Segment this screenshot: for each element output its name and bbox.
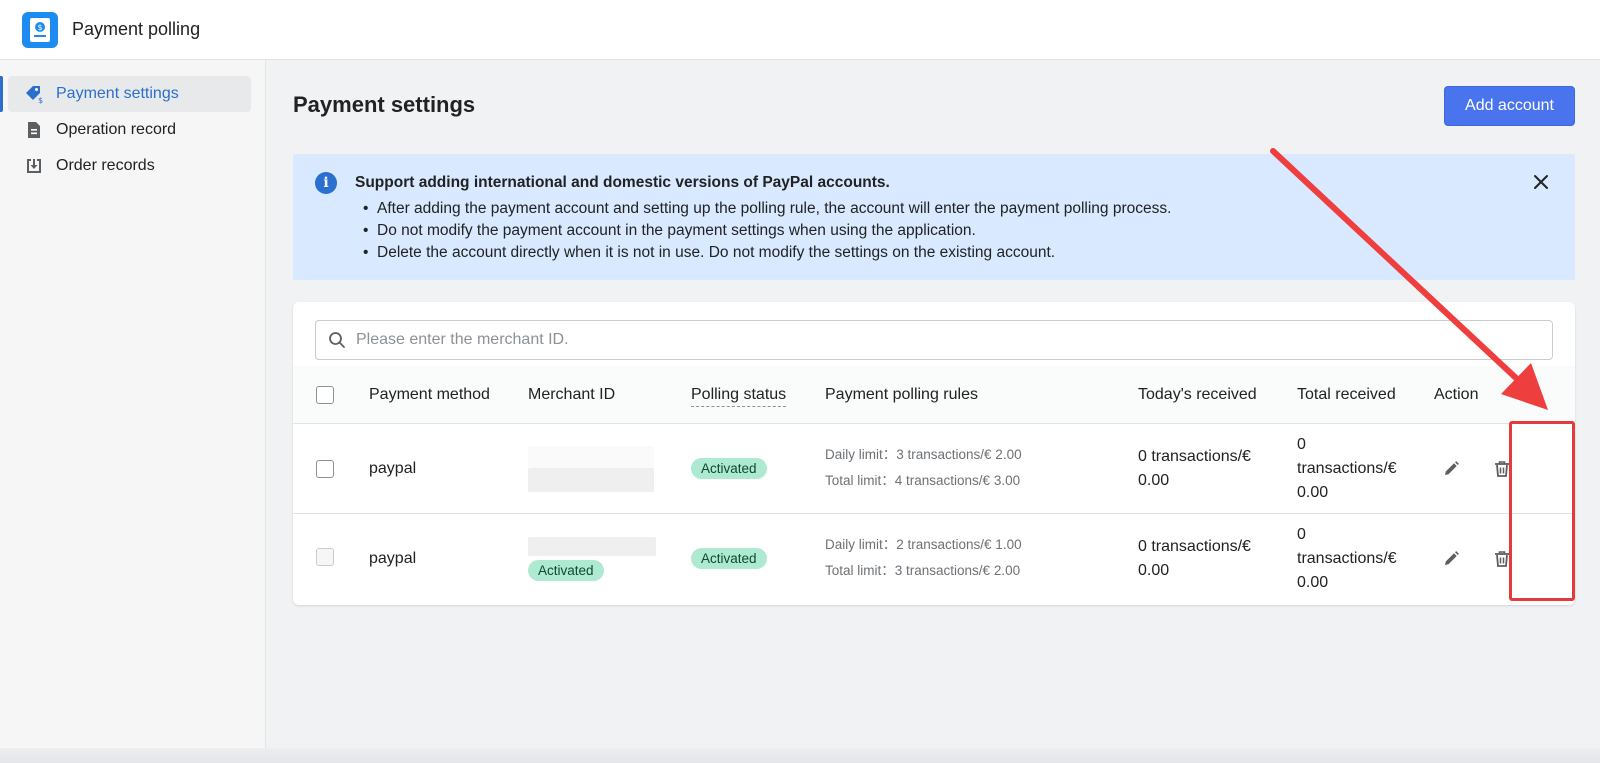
banner-bullet: After adding the payment account and set… — [355, 198, 1171, 220]
payment-method-cell: paypal — [369, 550, 417, 567]
header-total-received: Total received — [1297, 386, 1396, 403]
edit-pencil-icon[interactable] — [1441, 459, 1461, 479]
delete-trash-icon[interactable] — [1492, 549, 1512, 569]
todays-received-line: 0 transactions/€ — [1138, 538, 1251, 555]
merchant-id-cell: Activated — [528, 537, 656, 581]
page-title: Payment settings — [293, 92, 476, 117]
total-received-cell: 0 transactions/€ 0.00 — [1297, 523, 1397, 595]
total-received-line: 0 — [1297, 436, 1306, 453]
sidebar-item-label: Order records — [56, 157, 155, 174]
merchant-id-redacted — [528, 537, 656, 556]
info-icon: i — [315, 172, 337, 194]
bottom-edge — [0, 748, 1600, 763]
download-tray-icon — [27, 159, 41, 173]
table-row: paypal Activated Daily limit：3 transacti… — [293, 424, 1575, 514]
payment-app-logo-icon: $ — [22, 11, 58, 48]
edit-pencil-icon[interactable] — [1441, 549, 1461, 569]
sidebar: $ Payment settings Operation record Orde… — [0, 60, 266, 763]
table-header: Payment method Merchant ID Polling statu… — [293, 366, 1575, 424]
header-payment-polling-rules: Payment polling rules — [825, 386, 978, 403]
total-received-line: transactions/€ — [1297, 550, 1397, 567]
header-todays-received: Today's received — [1138, 386, 1257, 403]
header-action: Action — [1434, 386, 1479, 403]
payment-method-cell: paypal — [369, 460, 417, 477]
merchant-id-cell-redacted — [528, 446, 654, 492]
todays-received-cell: 0 transactions/€ 0.00 — [1138, 535, 1251, 583]
sidebar-item-payment-settings[interactable]: $ Payment settings — [0, 76, 251, 112]
total-received-cell: 0 transactions/€ 0.00 — [1297, 433, 1397, 505]
polling-rules-cell: Daily limit：3 transactions/€ 2.00 Total … — [825, 442, 1022, 494]
total-received-line: 0.00 — [1297, 574, 1329, 591]
status-badge: Activated — [691, 548, 767, 569]
app-title: Payment polling — [72, 19, 201, 39]
svg-text:$: $ — [37, 23, 42, 32]
sidebar-item-label: Operation record — [56, 121, 177, 138]
total-received-line: transactions/€ — [1297, 460, 1397, 477]
banner-title: Support adding international and domesti… — [355, 174, 890, 191]
search-input[interactable] — [356, 331, 1536, 349]
document-icon — [28, 122, 40, 138]
daily-limit-rule: Daily limit：2 transactions/€ 1.00 — [825, 537, 1022, 552]
todays-received-cell: 0 transactions/€ 0.00 — [1138, 445, 1251, 493]
header-polling-status[interactable]: Polling status — [691, 386, 787, 407]
polling-status-cell: Activated — [691, 458, 767, 479]
banner-bullet: Do not modify the payment account in the… — [355, 220, 1171, 242]
delete-trash-icon[interactable] — [1492, 459, 1512, 479]
merchant-status-badge: Activated — [528, 560, 604, 581]
row-checkbox[interactable] — [316, 548, 334, 566]
add-account-button[interactable]: Add account — [1444, 86, 1575, 126]
payment-tag-icon: $ — [26, 86, 43, 104]
close-icon[interactable] — [1531, 172, 1551, 192]
select-all-checkbox[interactable] — [316, 386, 334, 404]
todays-received-line: 0.00 — [1138, 472, 1170, 489]
row-checkbox[interactable] — [316, 460, 334, 478]
polling-status-cell: Activated — [691, 548, 767, 569]
accounts-table-card: Payment method Merchant ID Polling statu… — [293, 302, 1575, 605]
total-received-line: 0.00 — [1297, 484, 1329, 501]
total-received-line: 0 — [1297, 526, 1306, 543]
banner-bullet: Delete the account directly when it is n… — [355, 242, 1171, 264]
sidebar-item-label: Payment settings — [56, 85, 179, 102]
todays-received-line: 0 transactions/€ — [1138, 448, 1251, 465]
daily-limit-rule: Daily limit：3 transactions/€ 2.00 — [825, 447, 1022, 462]
search-icon — [329, 332, 345, 348]
top-bar: $ Payment polling — [0, 0, 1600, 60]
banner-bullets: After adding the payment account and set… — [355, 198, 1171, 264]
status-badge: Activated — [691, 458, 767, 479]
search-box[interactable] — [315, 320, 1553, 360]
table-row: paypal Activated Activated Daily limit：2… — [293, 514, 1575, 604]
sidebar-item-operation-record[interactable]: Operation record — [8, 112, 251, 148]
sidebar-item-order-records[interactable]: Order records — [8, 148, 251, 184]
total-limit-rule: Total limit：3 transactions/€ 2.00 — [825, 563, 1021, 578]
info-banner: i Support adding international and domes… — [293, 154, 1575, 280]
polling-rules-cell: Daily limit：2 transactions/€ 1.00 Total … — [825, 532, 1022, 584]
header-payment-method: Payment method — [369, 386, 490, 403]
header-merchant-id: Merchant ID — [528, 386, 616, 403]
total-limit-rule: Total limit：4 transactions/€ 3.00 — [825, 473, 1021, 488]
svg-text:$: $ — [38, 96, 43, 104]
todays-received-line: 0.00 — [1138, 562, 1170, 579]
